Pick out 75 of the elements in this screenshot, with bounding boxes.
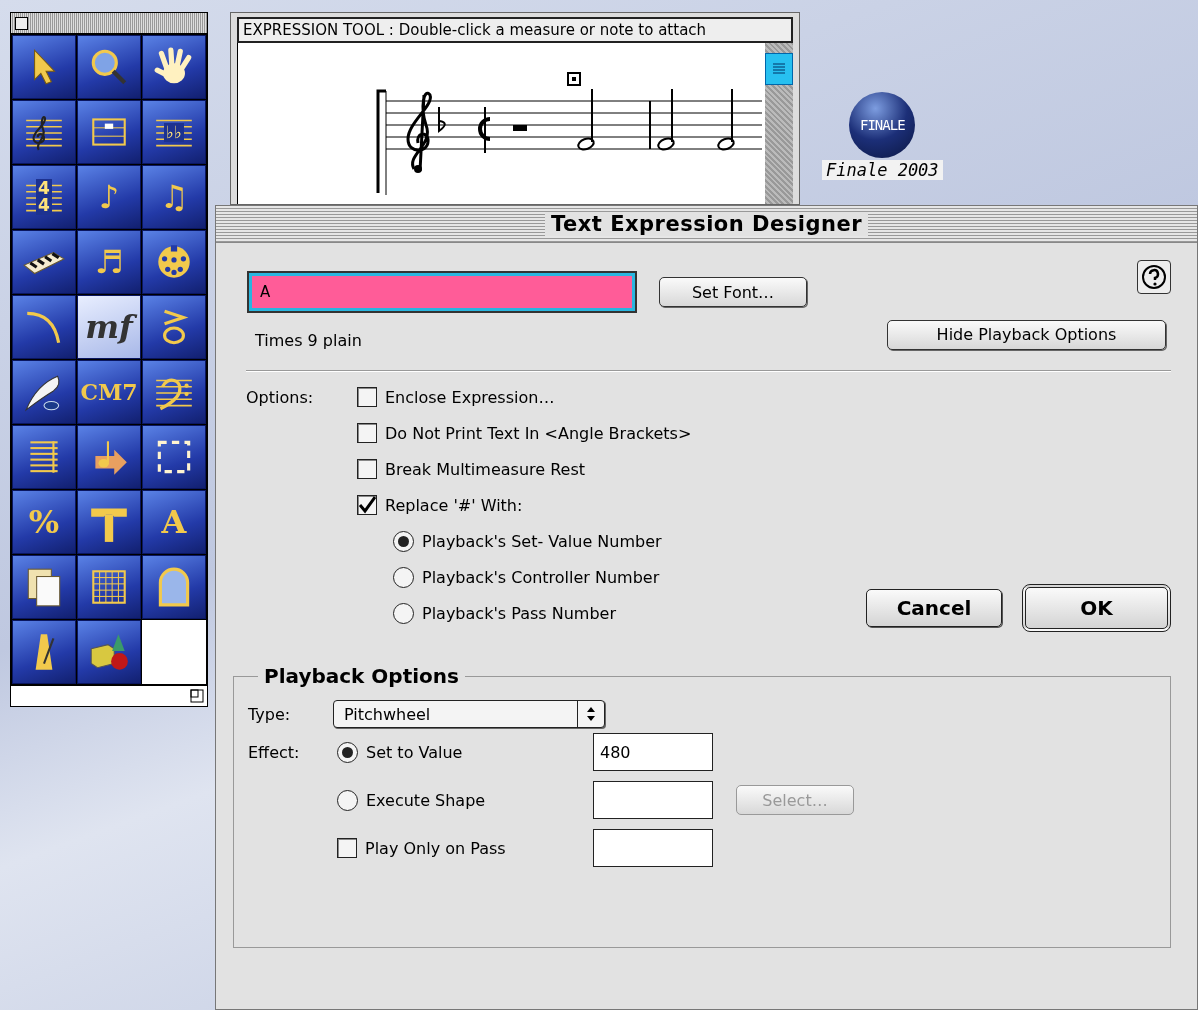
radio-button[interactable]	[337, 789, 358, 811]
checkbox-label: Break Multimeasure Rest	[385, 459, 586, 479]
tool-button[interactable]	[12, 100, 76, 164]
tool-button[interactable]	[77, 425, 141, 489]
tool-button[interactable]: ♭♭	[142, 100, 206, 164]
radio-label: Playback's Pass Number	[422, 603, 616, 623]
tool-button[interactable]	[77, 490, 141, 554]
tool-button[interactable]: ♪	[77, 165, 141, 229]
tool-button[interactable]	[142, 230, 206, 294]
radio-button[interactable]	[393, 602, 414, 624]
checkbox-label: Enclose Expression…	[385, 387, 555, 407]
tool-button[interactable]: CM7	[77, 360, 141, 424]
tool-button[interactable]	[12, 425, 76, 489]
checkbox[interactable]	[357, 423, 377, 443]
tool-button[interactable]	[77, 555, 141, 619]
options-label: Options:	[246, 387, 315, 409]
checkmark-icon	[358, 496, 376, 514]
expression-text-field[interactable]: A	[249, 273, 635, 311]
set-font-button[interactable]: Set Font…	[659, 277, 807, 307]
zoom-box-icon[interactable]	[190, 689, 204, 703]
tool-button[interactable]: ♫	[142, 165, 206, 229]
tool-button[interactable]	[12, 295, 76, 359]
type-label: Type:	[248, 704, 292, 724]
radio-label: Playback's Controller Number	[422, 567, 660, 587]
tool-button[interactable]	[142, 360, 206, 424]
updown-arrows-icon	[586, 706, 596, 722]
checkbox[interactable]	[337, 838, 357, 858]
tool-button[interactable]: %	[12, 490, 76, 554]
close-box[interactable]	[15, 16, 28, 30]
effect-option-label: Execute Shape	[366, 790, 486, 810]
icon-label: Finale 2003	[822, 160, 943, 180]
radio-button[interactable]	[393, 566, 414, 588]
font-description: Times 9 plain	[255, 331, 362, 350]
checkbox[interactable]	[357, 387, 377, 407]
tool-button[interactable]	[12, 230, 76, 294]
tool-button[interactable]	[12, 620, 76, 684]
radio-button[interactable]	[393, 530, 414, 552]
tool-button[interactable]	[77, 620, 141, 684]
tool-button[interactable]	[12, 555, 76, 619]
grip-icon	[772, 62, 786, 76]
window-title: Text Expression Designer	[544, 212, 868, 236]
effect-label: Effect:	[248, 742, 301, 762]
type-dropdown[interactable]: Pitchwheel	[333, 700, 605, 728]
checkbox-label: Do Not Print Text In <Angle Brackets>	[385, 423, 692, 443]
value-field[interactable]	[593, 781, 713, 819]
tool-prompt: EXPRESSION TOOL : Double-click a measure or note to attach	[237, 17, 793, 43]
effect-option-label: Play Only on Pass	[365, 838, 506, 858]
tool-button[interactable]	[12, 360, 76, 424]
hide-playback-button[interactable]: Hide Playback Options	[887, 319, 1166, 350]
tool-button[interactable]: A	[142, 490, 206, 554]
value-field[interactable]: 480	[593, 733, 713, 771]
ok-button[interactable]: OK	[1022, 584, 1171, 632]
group-title: Playback Options	[263, 664, 460, 688]
tool-button[interactable]	[142, 425, 206, 489]
tool-button[interactable]: 4 4	[12, 165, 76, 229]
cancel-button[interactable]: Cancel	[866, 589, 1002, 627]
radio-button[interactable]	[337, 741, 358, 763]
effect-option-label: Set to Value	[366, 742, 463, 762]
tool-button[interactable]: mf	[77, 295, 141, 359]
tool-button[interactable]	[142, 555, 206, 619]
radio-label: Playback's Set- Value Number	[422, 531, 662, 551]
checkbox[interactable]	[357, 495, 377, 515]
help-icon	[1142, 265, 1166, 289]
value-field[interactable]	[593, 829, 713, 867]
tool-button[interactable]	[77, 100, 141, 164]
app-logo[interactable]: FINALE	[849, 92, 916, 158]
tool-button[interactable]	[142, 35, 206, 99]
tool-button[interactable]	[142, 295, 206, 359]
checkbox-label: Replace '#' With:	[385, 495, 523, 515]
scroll-thumb[interactable]	[765, 53, 793, 85]
tool-button[interactable]: ♬	[77, 230, 141, 294]
checkbox[interactable]	[357, 459, 377, 479]
tool-button[interactable]	[77, 35, 141, 99]
help-button[interactable]	[1137, 260, 1171, 294]
tool-button[interactable]	[12, 35, 76, 99]
